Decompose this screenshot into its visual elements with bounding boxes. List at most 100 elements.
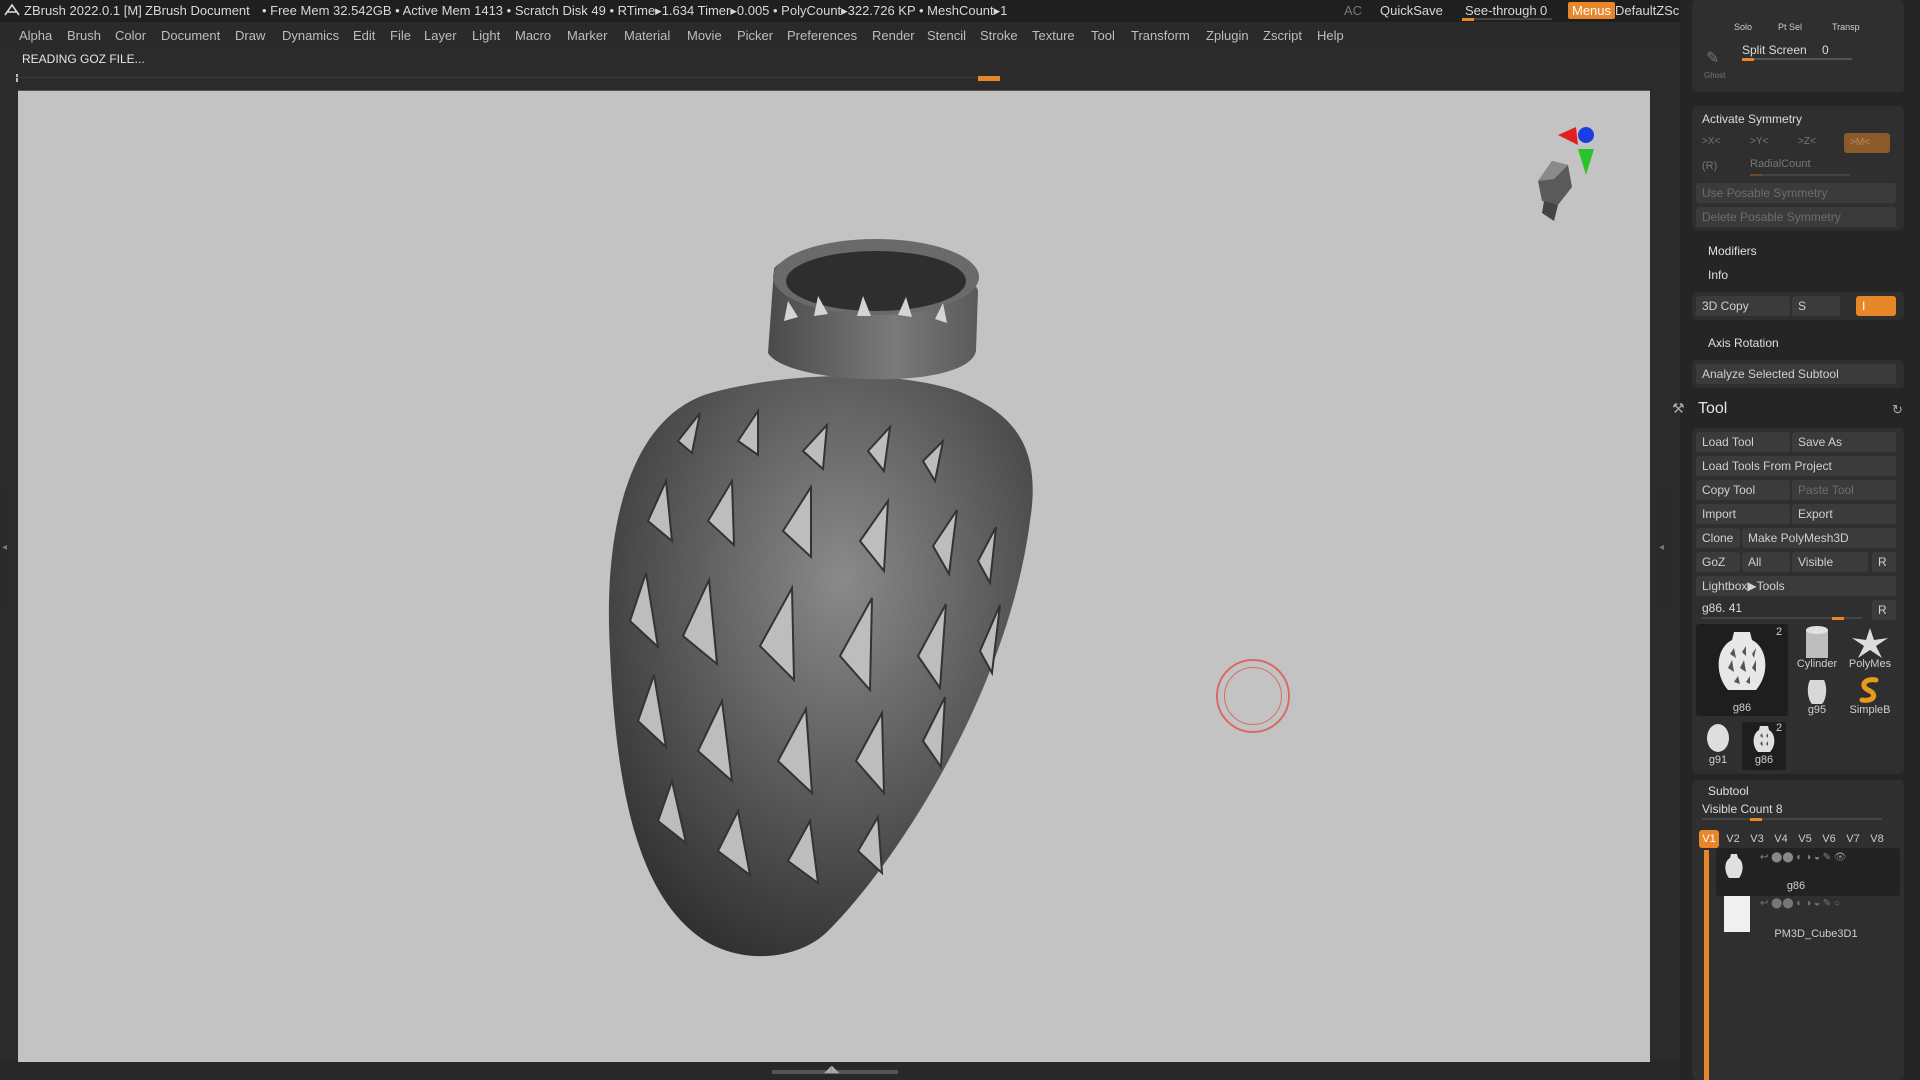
visible-count-slider[interactable]: Visible Count 8	[1702, 802, 1783, 816]
sym-m-button[interactable]: >M<	[1844, 133, 1890, 153]
3d-copy-button[interactable]: 3D Copy	[1696, 296, 1790, 316]
current-tool-slider[interactable]: g86. 41	[1702, 601, 1742, 615]
tool-thumb-simpleb[interactable]: SimpleB	[1842, 674, 1898, 720]
copy3d-i-button[interactable]: I	[1856, 296, 1896, 316]
vtab-v7[interactable]: V7	[1843, 830, 1863, 848]
copy-tool-button[interactable]: Copy Tool	[1696, 480, 1790, 500]
menu-marker[interactable]: Marker	[567, 28, 607, 43]
menus-button[interactable]: Menus	[1568, 2, 1616, 19]
tool-palette-title[interactable]: Tool	[1698, 400, 1727, 418]
menu-edit[interactable]: Edit	[353, 28, 375, 43]
menu-alpha[interactable]: Alpha	[19, 28, 52, 43]
radial-count-slider[interactable]: RadialCount	[1750, 158, 1811, 170]
load-tool-button[interactable]: Load Tool	[1696, 432, 1790, 452]
subtool-row-icons[interactable]: ↩ ⬤⬤ ◐ ◑ ◒ ✎ ○	[1760, 898, 1840, 909]
analyze-selected-subtool-button[interactable]: Analyze Selected Subtool	[1696, 364, 1896, 384]
subtool-thumb	[1724, 896, 1750, 932]
split-screen-button[interactable]: Split Screen	[1742, 43, 1807, 57]
menu-texture[interactable]: Texture	[1032, 28, 1075, 43]
solo-button[interactable]: Solo	[1734, 22, 1752, 32]
menu-stencil[interactable]: Stencil	[927, 28, 966, 43]
modifiers-section[interactable]: Modifiers	[1708, 244, 1757, 258]
menu-zplugin[interactable]: Zplugin	[1206, 28, 1249, 43]
menu-stroke[interactable]: Stroke	[980, 28, 1018, 43]
import-button[interactable]: Import	[1696, 504, 1790, 524]
goz-visible-button[interactable]: Visible	[1792, 552, 1868, 572]
menu-macro[interactable]: Macro	[515, 28, 551, 43]
ghost-icon[interactable]: ✎	[1706, 48, 1730, 72]
vtab-v4[interactable]: V4	[1771, 830, 1791, 848]
menu-picker[interactable]: Picker	[737, 28, 773, 43]
clone-button[interactable]: Clone	[1696, 528, 1740, 548]
transp-button[interactable]: Transp	[1832, 22, 1860, 32]
lightbox-tools-button[interactable]: Lightbox▶Tools	[1696, 576, 1896, 596]
menu-light[interactable]: Light	[472, 28, 500, 43]
navigation-gizmo-icon[interactable]	[1508, 121, 1628, 241]
sym-y-button[interactable]: >Y<	[1750, 136, 1768, 147]
tool-thumb-label: g86	[1732, 702, 1752, 714]
sym-x-button[interactable]: >X<	[1702, 136, 1720, 147]
collapse-arrow-icon[interactable]: ◢◣	[824, 1064, 839, 1075]
pt-sel-button[interactable]: Pt Sel	[1778, 22, 1802, 32]
tool-thumb-g86-small[interactable]: g86 2	[1742, 722, 1786, 770]
menu-document[interactable]: Document	[161, 28, 220, 43]
brush-cursor-icon	[1216, 659, 1290, 733]
copy3d-s-button[interactable]: S	[1792, 296, 1840, 316]
menu-movie[interactable]: Movie	[687, 28, 722, 43]
tool-r-button[interactable]: R	[1872, 600, 1896, 620]
delete-posable-symmetry-button[interactable]: Delete Posable Symmetry	[1696, 207, 1896, 227]
vtab-v8[interactable]: V8	[1867, 830, 1887, 848]
subtool-row[interactable]: ↩ ⬤⬤ ◐ ◑ ◒ ✎ 👁 g86	[1716, 848, 1900, 896]
goz-all-button[interactable]: All	[1742, 552, 1790, 572]
activate-symmetry-button[interactable]: Activate Symmetry	[1702, 112, 1802, 126]
seethrough-slider[interactable]	[1462, 18, 1552, 21]
menu-transform[interactable]: Transform	[1131, 28, 1190, 43]
vtab-v1[interactable]: V1	[1699, 830, 1719, 848]
make-polymesh3d-button[interactable]: Make PolyMesh3D	[1742, 528, 1896, 548]
tool-thumb-polymesh[interactable]: PolyMes	[1842, 624, 1898, 674]
split-screen-slider[interactable]	[1742, 58, 1852, 61]
tool-thumb-g95[interactable]: g95	[1792, 674, 1842, 720]
axis-rotation-section[interactable]: Axis Rotation	[1708, 336, 1779, 350]
subtool-section[interactable]: Subtool	[1708, 784, 1749, 798]
goz-r-button[interactable]: R	[1872, 552, 1896, 572]
tool-thumb-g86[interactable]: g86 2	[1696, 624, 1788, 716]
info-section[interactable]: Info	[1708, 268, 1728, 282]
subtool-row-icons[interactable]: ↩ ⬤⬤ ◐ ◑ ◒ ✎ 👁	[1760, 852, 1847, 863]
menu-draw[interactable]: Draw	[235, 28, 265, 43]
ac-label[interactable]: AC	[1344, 3, 1362, 18]
viewport-canvas[interactable]	[18, 90, 1650, 1063]
menu-color[interactable]: Color	[115, 28, 146, 43]
tool-thumb-cylinder[interactable]: Cylinder	[1792, 624, 1842, 674]
menu-layer[interactable]: Layer	[424, 28, 457, 43]
radial-r-button[interactable]: (R)	[1702, 160, 1717, 172]
load-tools-from-project-button[interactable]: Load Tools From Project	[1696, 456, 1896, 476]
vtab-v3[interactable]: V3	[1747, 830, 1767, 848]
tool-thumb-g91[interactable]: g91	[1696, 722, 1740, 770]
subtool-row[interactable]: ↩ ⬤⬤ ◐ ◑ ◒ ✎ ○ PM3D_Cube3D1	[1716, 896, 1900, 944]
menu-file[interactable]: File	[390, 28, 411, 43]
goz-button[interactable]: GoZ	[1696, 552, 1740, 572]
menu-tool[interactable]: Tool	[1091, 28, 1115, 43]
subtool-scrollbar[interactable]	[1704, 850, 1709, 1080]
refresh-icon[interactable]: ↻	[1892, 402, 1903, 418]
vtab-v5[interactable]: V5	[1795, 830, 1815, 848]
menu-preferences[interactable]: Preferences	[787, 28, 857, 43]
save-as-button[interactable]: Save As	[1792, 432, 1896, 452]
vtab-v2[interactable]: V2	[1723, 830, 1743, 848]
left-tray-handle[interactable]: ◂	[0, 490, 10, 610]
menu-material[interactable]: Material	[624, 28, 670, 43]
use-posable-symmetry-button[interactable]: Use Posable Symmetry	[1696, 183, 1896, 203]
menu-help[interactable]: Help	[1317, 28, 1344, 43]
menu-render[interactable]: Render	[872, 28, 915, 43]
seethrough-slider-label[interactable]: See-through	[1465, 3, 1537, 18]
menu-dynamics[interactable]: Dynamics	[282, 28, 339, 43]
vtab-v6[interactable]: V6	[1819, 830, 1839, 848]
paste-tool-button[interactable]: Paste Tool	[1792, 480, 1896, 500]
sym-z-button[interactable]: >Z<	[1798, 136, 1816, 147]
export-button[interactable]: Export	[1792, 504, 1896, 524]
menu-brush[interactable]: Brush	[67, 28, 101, 43]
menu-zscript[interactable]: Zscript	[1263, 28, 1302, 43]
right-tray-handle[interactable]: ◂	[1658, 490, 1668, 610]
quicksave-button[interactable]: QuickSave	[1380, 3, 1443, 18]
